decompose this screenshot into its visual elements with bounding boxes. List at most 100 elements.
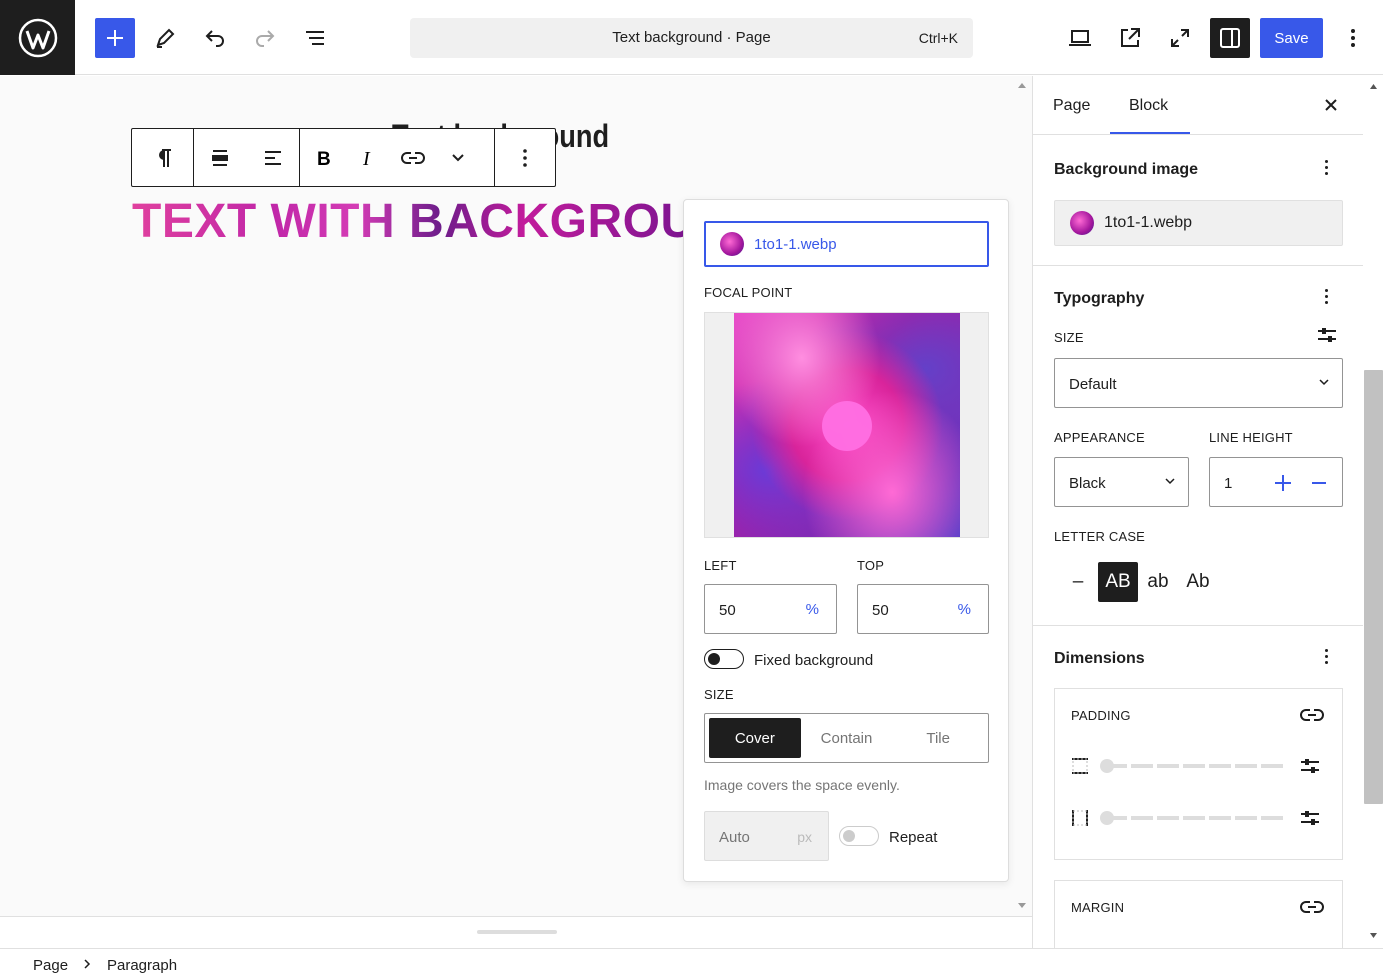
padding-link-button[interactable]: [1300, 707, 1324, 728]
document-overview-button[interactable]: [295, 18, 335, 58]
close-icon: [1325, 99, 1337, 111]
settings-sidebar-toggle[interactable]: [1210, 18, 1250, 58]
view-page-button[interactable]: [1110, 18, 1150, 58]
redo-icon: [256, 30, 275, 47]
close-sidebar-button[interactable]: [1323, 97, 1339, 118]
image-file-button[interactable]: 1to1-1.webp: [704, 221, 989, 267]
dimensions-title: Dimensions: [1054, 650, 1145, 667]
sidebar-scrollbar-thumb[interactable]: [1364, 370, 1383, 804]
save-button[interactable]: Save: [1260, 18, 1323, 58]
focal-point-handle[interactable]: [822, 401, 872, 451]
breadcrumb-item-paragraph[interactable]: Paragraph: [107, 957, 177, 974]
align-left-icon: [264, 150, 281, 165]
fixed-background-toggle[interactable]: [704, 649, 744, 669]
bold-button[interactable]: B: [300, 129, 345, 186]
canvas-scrollbar[interactable]: [1014, 76, 1030, 916]
background-size-control: Cover Contain Tile: [704, 713, 989, 763]
background-image-button[interactable]: 1to1-1.webp: [1054, 200, 1343, 246]
sliders-icon: [1301, 811, 1319, 825]
size-label: SIZE: [704, 687, 734, 702]
size-unit: px: [797, 829, 812, 845]
preview-device-button[interactable]: [1060, 18, 1100, 58]
sliders-icon: [1301, 759, 1319, 773]
size-help-text: Image covers the space evenly.: [704, 777, 900, 793]
image-file-name: 1to1-1.webp: [754, 235, 837, 253]
margin-link-button[interactable]: [1300, 899, 1324, 920]
undo-button[interactable]: [195, 18, 235, 58]
text-align-button[interactable]: [247, 129, 300, 186]
top-toolbar: Text background · Page Ctrl+K Save: [0, 0, 1383, 75]
canvas-resize-handle[interactable]: [477, 930, 557, 934]
repeat-toggle[interactable]: [839, 826, 879, 846]
padding-horizontal-slider-handle[interactable]: [1100, 811, 1114, 825]
wordpress-icon: [18, 18, 57, 57]
tools-button[interactable]: [145, 18, 185, 58]
typography-options-button[interactable]: [1321, 289, 1331, 304]
focal-point-picker[interactable]: [704, 312, 989, 538]
italic-button[interactable]: I: [345, 129, 390, 186]
paragraph-icon: [158, 148, 171, 167]
paragraph-block-type-button[interactable]: [132, 129, 193, 186]
more-vertical-icon: [1351, 29, 1355, 47]
letter-case-lowercase-button[interactable]: ab: [1138, 562, 1178, 602]
tab-block[interactable]: Block: [1129, 97, 1168, 115]
link-button[interactable]: [390, 129, 435, 186]
wordpress-logo-button[interactable]: [0, 0, 75, 75]
command-palette-button[interactable]: Text background · Page Ctrl+K: [410, 18, 973, 58]
plus-icon: [107, 30, 123, 46]
italic-icon: I: [362, 148, 371, 168]
svg-text:I: I: [362, 148, 371, 168]
padding-horizontal-custom-button[interactable]: [1300, 809, 1320, 832]
paragraph-block[interactable]: TEXT WITH BACKGROUND: [132, 194, 692, 249]
fixed-background-label: Fixed background: [754, 652, 874, 669]
more-rich-text-button[interactable]: [435, 129, 480, 186]
panel-divider: [1033, 265, 1363, 266]
padding-vertical-custom-button[interactable]: [1300, 757, 1320, 780]
tab-page[interactable]: Page: [1053, 97, 1090, 115]
dimensions-options-button[interactable]: [1321, 649, 1331, 664]
undo-icon: [205, 30, 224, 47]
pencil-icon: [156, 28, 175, 48]
link-icon: [400, 151, 425, 164]
line-height-increment-button[interactable]: [1274, 474, 1292, 496]
top-label: TOP: [857, 558, 885, 573]
appearance-value: Black: [1069, 475, 1106, 492]
font-size-select[interactable]: Default: [1054, 358, 1343, 408]
breadcrumb: Page Paragraph: [0, 948, 1383, 979]
image-thumbnail: [1070, 211, 1094, 235]
background-image-options-button[interactable]: [1321, 160, 1331, 175]
block-toolbar: B I: [131, 128, 556, 187]
padding-vertical-slider-handle[interactable]: [1100, 759, 1114, 773]
padding-horizontal-icon: [1071, 809, 1089, 832]
block-width-button[interactable]: [194, 129, 247, 186]
sidebar-scrollbar[interactable]: [1364, 76, 1383, 948]
document-title: Text background · Page: [612, 29, 771, 46]
font-size-value: Default: [1069, 376, 1117, 393]
line-height-decrement-button[interactable]: [1311, 474, 1327, 496]
breadcrumb-item-page[interactable]: Page: [33, 957, 68, 974]
block-options-button[interactable]: [495, 129, 555, 186]
background-image-title: Background image: [1054, 161, 1199, 178]
add-block-button[interactable]: [95, 18, 135, 58]
font-size-custom-button[interactable]: [1317, 326, 1337, 349]
margin-control: MARGIN: [1054, 880, 1343, 948]
letter-case-capitalize-button[interactable]: Ab: [1178, 562, 1218, 602]
size-option-contain[interactable]: Contain: [801, 718, 893, 758]
options-menu-button[interactable]: [1333, 18, 1373, 58]
size-option-cover[interactable]: Cover: [709, 718, 801, 758]
letter-case-none-button[interactable]: –: [1058, 562, 1098, 602]
minus-icon: [1312, 482, 1326, 484]
line-height-input[interactable]: 1: [1209, 457, 1343, 507]
fullscreen-button[interactable]: [1160, 18, 1200, 58]
redo-button[interactable]: [245, 18, 285, 58]
appearance-select[interactable]: Black: [1054, 457, 1189, 507]
focal-left-input[interactable]: 50 %: [704, 584, 837, 634]
image-thumbnail: [720, 232, 744, 256]
size-option-tile[interactable]: Tile: [892, 718, 984, 758]
focal-top-input[interactable]: 50 %: [857, 584, 989, 634]
line-height-label: LINE HEIGHT: [1209, 430, 1293, 445]
canvas-divider: [0, 916, 1032, 917]
letter-case-uppercase-button[interactable]: AB: [1098, 562, 1138, 602]
padding-vertical-slider[interactable]: [1105, 764, 1285, 768]
padding-horizontal-slider[interactable]: [1105, 816, 1285, 820]
